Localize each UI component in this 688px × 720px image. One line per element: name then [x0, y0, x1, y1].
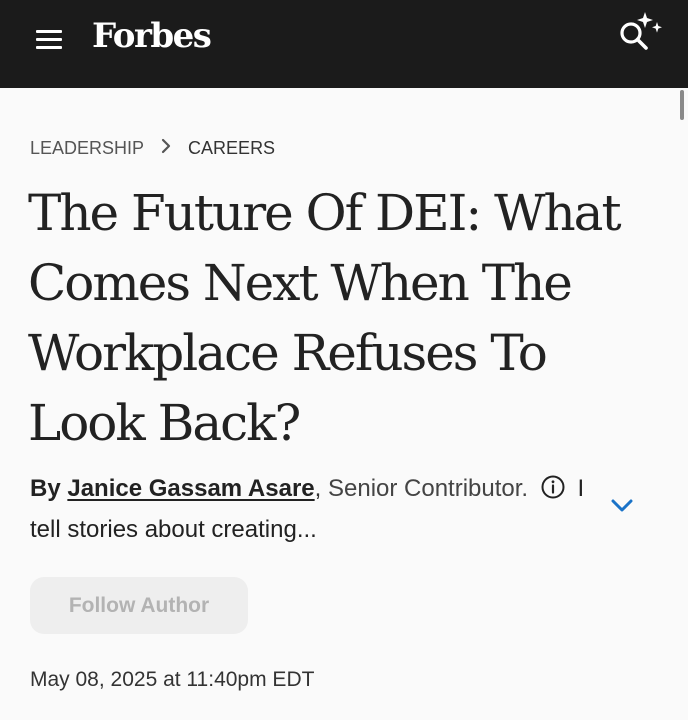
forbes-logo[interactable]: Forbes	[92, 14, 212, 58]
scrollbar-thumb[interactable]	[680, 90, 684, 120]
breadcrumb-careers[interactable]: CAREERS	[188, 136, 275, 160]
breadcrumb: LEADERSHIP CAREERS	[30, 136, 275, 160]
chevron-right-icon	[144, 136, 188, 160]
author-link[interactable]: Janice Gassam Asare	[67, 475, 314, 502]
follow-author-button[interactable]: Follow Author	[30, 577, 248, 634]
chevron-down-icon[interactable]	[606, 494, 638, 518]
publish-date: May 08, 2025 at 11:40pm EDT	[30, 668, 315, 691]
article-page: Forbes LEADERSHIP CAREERS The Future Of …	[0, 0, 688, 720]
hamburger-menu-icon[interactable]	[32, 24, 68, 54]
top-nav-bar: Forbes	[0, 0, 688, 88]
author-role: Senior Contributor.	[327, 475, 529, 502]
article-headline: The Future Of DEI: What Comes Next When …	[28, 184, 622, 452]
info-circle-icon[interactable]	[541, 473, 565, 511]
byline-prefix: By	[30, 475, 61, 502]
byline-comma: ,	[314, 475, 322, 502]
search-sparkle-icon[interactable]	[614, 6, 670, 58]
author-byline: By Janice Gassam Asare, Senior Contribut…	[30, 470, 590, 549]
breadcrumb-leadership[interactable]: LEADERSHIP	[30, 136, 144, 160]
